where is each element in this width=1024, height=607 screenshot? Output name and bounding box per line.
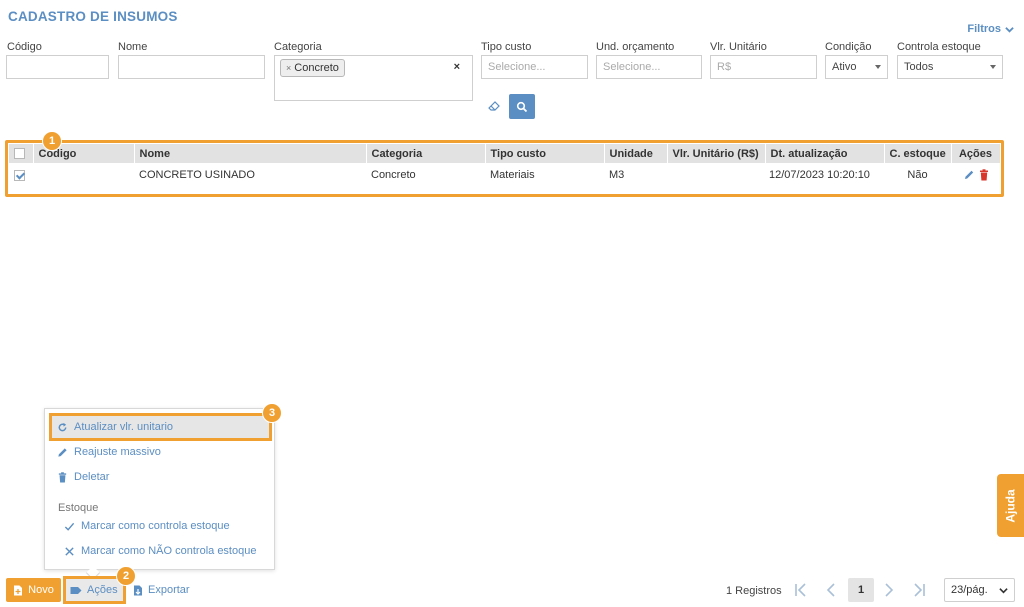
- cell-categoria: Concreto: [366, 163, 485, 187]
- col-dt-atualizacao[interactable]: Dt. atualização: [765, 144, 885, 163]
- condicao-label: Condição: [825, 41, 872, 53]
- menu-item-deletar[interactable]: Deletar: [57, 467, 109, 487]
- delete-trash-icon[interactable]: [979, 169, 989, 181]
- cell-acoes: [951, 163, 1000, 187]
- edit-pencil-icon[interactable]: [963, 169, 975, 181]
- x-icon: [65, 546, 74, 556]
- menu-item-label: Marcar como controla estoque: [81, 520, 230, 532]
- cell-dt-atualizacao: 12/07/2023 10:20:10: [765, 163, 884, 187]
- exportar-button[interactable]: Exportar: [133, 579, 190, 601]
- select-all-checkbox[interactable]: [14, 148, 25, 160]
- col-vlr-unitario[interactable]: Vlr. Unitário (R$): [667, 144, 766, 163]
- categoria-tag-label: Concreto: [294, 62, 339, 74]
- eraser-icon[interactable]: [487, 100, 501, 112]
- caret-down-icon: [990, 65, 996, 69]
- bottom-toolbar: Novo Ações Exportar 1 Registros 1 23/pág…: [0, 575, 1024, 607]
- codigo-input[interactable]: [6, 55, 109, 79]
- search-button[interactable]: [509, 94, 535, 119]
- nome-label: Nome: [118, 41, 148, 53]
- cell-nome: CONCRETO USINADO: [134, 163, 366, 187]
- vlr-unitario-input[interactable]: R$: [710, 55, 817, 79]
- step-badge-3: 3: [262, 403, 282, 423]
- menu-item-label: Atualizar vlr. unitario: [74, 421, 174, 433]
- cell-vlr-unitario: [667, 163, 765, 187]
- row-checkbox[interactable]: [14, 169, 25, 181]
- cell-c-estoque: Não: [884, 163, 951, 187]
- help-tab-label: Ajuda: [1003, 488, 1018, 523]
- menu-item-label: Deletar: [74, 471, 110, 483]
- menu-item-reajuste-massivo[interactable]: Reajuste massivo: [57, 442, 161, 462]
- menu-item-marcar-nao-controla[interactable]: Marcar como NÃO controla estoque: [64, 541, 256, 561]
- nome-input[interactable]: [118, 55, 265, 79]
- col-acoes: Ações: [951, 144, 1001, 163]
- cell-unidade: M3: [604, 163, 667, 187]
- exportar-button-label: Exportar: [148, 584, 190, 596]
- clear-categoria-icon[interactable]: ×: [454, 61, 460, 73]
- chevron-down-icon: [1005, 26, 1014, 33]
- menu-item-atualizar-vlr[interactable]: Atualizar vlr. unitario: [57, 417, 173, 437]
- check-icon: [64, 522, 75, 531]
- tipo-custo-select[interactable]: Selecione...: [481, 55, 588, 79]
- records-count: 1 Registros: [726, 585, 782, 597]
- categoria-tag: × Concreto: [280, 59, 345, 77]
- first-page-icon[interactable]: [793, 581, 811, 599]
- categoria-label: Categoria: [274, 41, 322, 53]
- acoes-button[interactable]: Ações: [70, 579, 118, 601]
- und-orcamento-label: Und. orçamento: [596, 41, 675, 53]
- trash-icon: [58, 471, 67, 483]
- search-icon: [516, 101, 528, 112]
- col-nome[interactable]: Nome: [134, 144, 367, 163]
- codigo-label: Código: [7, 41, 42, 53]
- tipo-custo-label: Tipo custo: [481, 41, 532, 53]
- step-badge-1: 1: [42, 131, 62, 151]
- filters-toggle-label: Filtros: [967, 23, 1001, 35]
- caret-down-icon: [875, 65, 881, 69]
- novo-button[interactable]: Novo: [6, 578, 61, 602]
- menu-item-marcar-controla[interactable]: Marcar como controla estoque: [64, 516, 230, 536]
- export-file-icon: [134, 585, 142, 595]
- page-size-value: 23/pág.: [951, 584, 988, 596]
- menu-item-label: Reajuste massivo: [74, 446, 161, 458]
- help-tab[interactable]: Ajuda: [997, 474, 1024, 537]
- acoes-button-label: Ações: [87, 584, 118, 596]
- col-unidade[interactable]: Unidade: [604, 144, 668, 163]
- menu-section-estoque: Estoque: [58, 502, 99, 514]
- refresh-icon: [58, 422, 67, 431]
- condicao-select[interactable]: Ativo: [825, 55, 888, 79]
- vlr-unitario-label: Vlr. Unitário: [710, 41, 767, 53]
- table-row[interactable]: CONCRETO USINADO Concreto Materiais M3 1…: [9, 163, 1000, 187]
- und-orcamento-select[interactable]: Selecione...: [596, 55, 702, 79]
- filters-toggle[interactable]: Filtros: [967, 23, 1014, 35]
- pencil-icon: [58, 447, 67, 457]
- last-page-icon[interactable]: [909, 581, 927, 599]
- tag-icon: [70, 586, 82, 594]
- categoria-multiselect[interactable]: × Concreto ×: [274, 55, 473, 101]
- chevron-down-icon: [999, 587, 1008, 593]
- col-c-estoque[interactable]: C. estoque: [884, 144, 952, 163]
- step-badge-2: 2: [116, 566, 136, 586]
- new-file-icon: [14, 585, 23, 595]
- next-page-icon[interactable]: [880, 581, 898, 599]
- controla-estoque-select[interactable]: Todos: [897, 55, 1003, 79]
- page-title: CADASTRO DE INSUMOS: [8, 9, 178, 24]
- tag-remove-icon[interactable]: ×: [286, 63, 291, 73]
- novo-button-label: Novo: [28, 584, 54, 596]
- menu-item-label: Marcar como NÃO controla estoque: [81, 545, 257, 557]
- cell-tipo-custo: Materiais: [485, 163, 604, 187]
- current-page[interactable]: 1: [848, 578, 874, 602]
- insumos-table: Código Nome Categoria Tipo custo Unidade…: [9, 144, 1001, 187]
- controla-estoque-label: Controla estoque: [897, 41, 981, 53]
- select-all-cell[interactable]: [9, 144, 34, 163]
- col-categoria[interactable]: Categoria: [366, 144, 486, 163]
- page-size-select[interactable]: 23/pág.: [944, 578, 1015, 602]
- col-tipo-custo[interactable]: Tipo custo: [485, 144, 605, 163]
- prev-page-icon[interactable]: [822, 581, 840, 599]
- controla-estoque-value: Todos: [904, 61, 934, 73]
- table-header-row: Código Nome Categoria Tipo custo Unidade…: [9, 144, 1001, 163]
- condicao-value: Ativo: [832, 61, 857, 73]
- row-select-cell[interactable]: [9, 163, 33, 187]
- cell-codigo: [33, 163, 134, 187]
